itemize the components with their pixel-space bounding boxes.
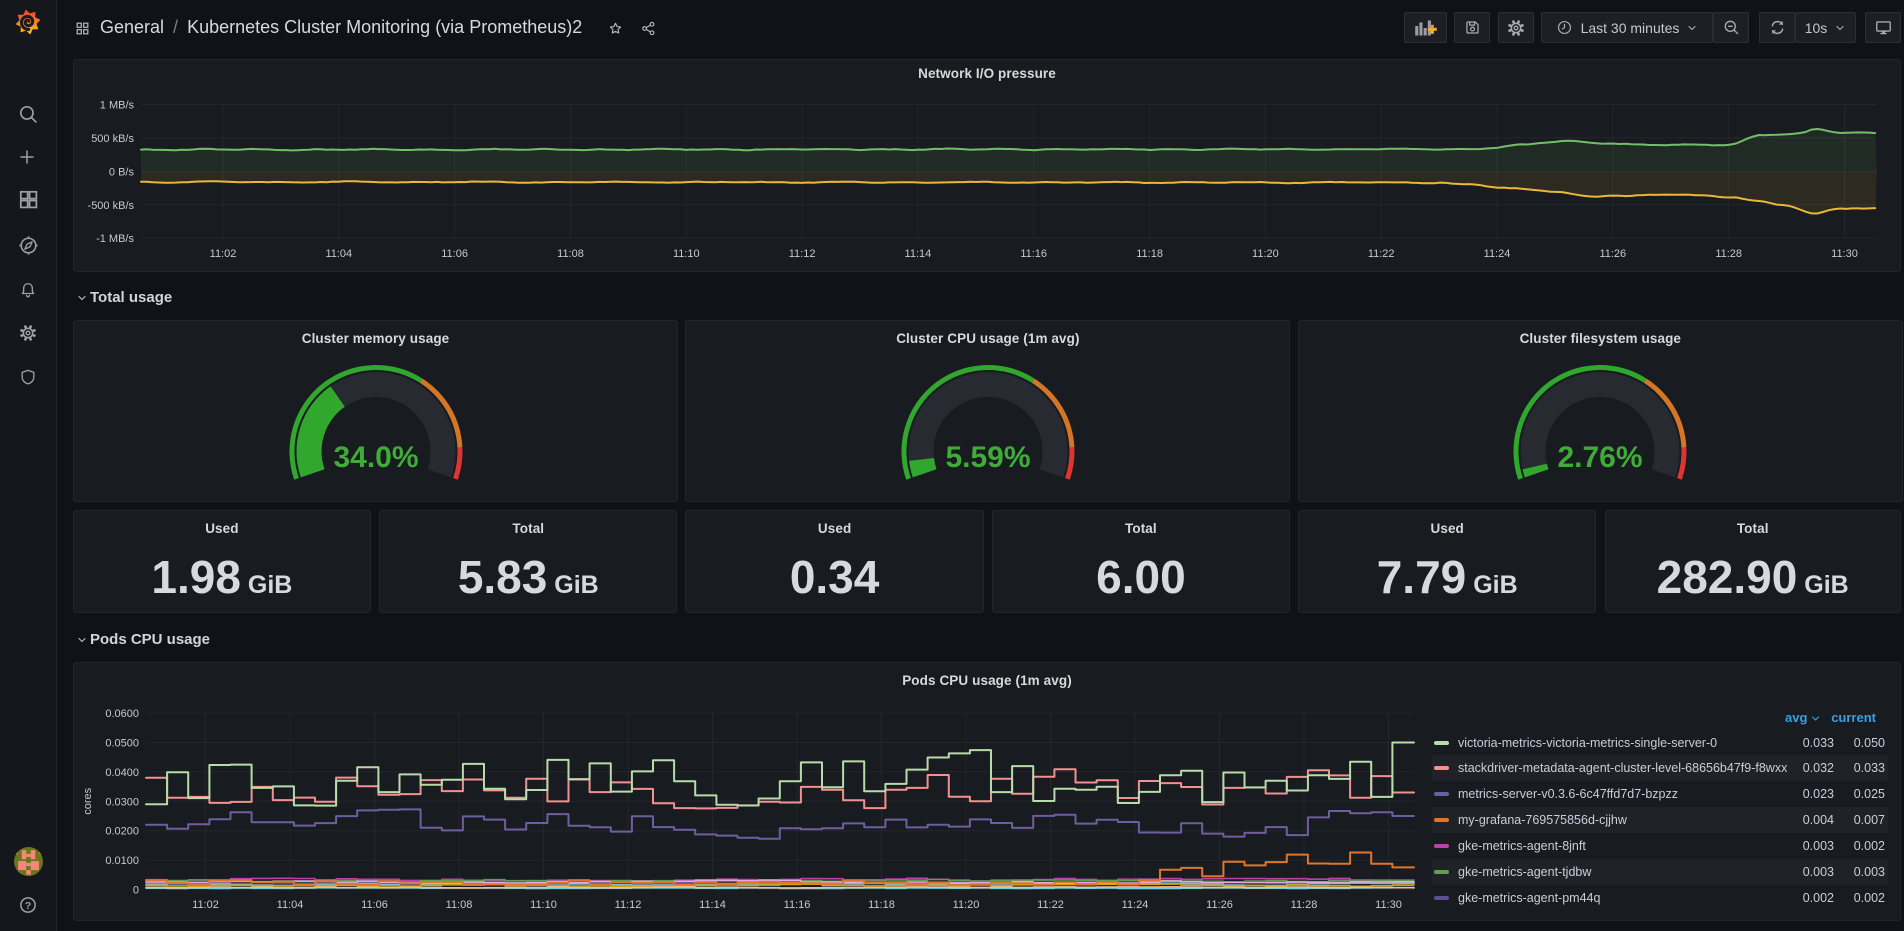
- svg-text:-1 MB/s: -1 MB/s: [96, 233, 134, 245]
- svg-text:0.0100: 0.0100: [105, 855, 139, 867]
- svg-text:0 B/s: 0 B/s: [109, 167, 135, 179]
- svg-text:0.0300: 0.0300: [105, 796, 139, 808]
- svg-text:34.0%: 34.0%: [333, 441, 418, 474]
- svg-text:2.76%: 2.76%: [1558, 441, 1643, 474]
- svg-text:11:28: 11:28: [1291, 899, 1318, 911]
- svg-text:?: ?: [25, 901, 31, 912]
- svg-text:0: 0: [133, 885, 139, 897]
- svg-text:cores: cores: [82, 787, 94, 814]
- svg-text:11:26: 11:26: [1599, 248, 1626, 260]
- svg-text:11:16: 11:16: [1020, 248, 1047, 260]
- svg-text:11:10: 11:10: [530, 899, 557, 911]
- svg-text:11:06: 11:06: [361, 899, 388, 911]
- svg-text:11:18: 11:18: [868, 899, 895, 911]
- svg-text:11:14: 11:14: [905, 248, 932, 260]
- svg-text:11:20: 11:20: [1252, 248, 1279, 260]
- svg-text:0.0400: 0.0400: [105, 767, 139, 779]
- svg-text:11:28: 11:28: [1715, 248, 1742, 260]
- svg-text:11:08: 11:08: [557, 248, 584, 260]
- svg-text:11:26: 11:26: [1206, 899, 1233, 911]
- svg-text:11:16: 11:16: [784, 899, 811, 911]
- svg-text:11:02: 11:02: [192, 899, 219, 911]
- svg-text:11:10: 11:10: [673, 248, 700, 260]
- svg-text:11:22: 11:22: [1368, 248, 1395, 260]
- svg-text:11:24: 11:24: [1484, 248, 1511, 260]
- svg-text:11:04: 11:04: [277, 899, 304, 911]
- svg-text:11:06: 11:06: [441, 248, 468, 260]
- svg-text:11:18: 11:18: [1136, 248, 1163, 260]
- svg-text:11:08: 11:08: [446, 899, 473, 911]
- svg-text:11:12: 11:12: [615, 899, 642, 911]
- svg-text:1 MB/s: 1 MB/s: [100, 100, 135, 112]
- svg-text:5.59%: 5.59%: [945, 441, 1030, 474]
- svg-text:11:02: 11:02: [210, 248, 237, 260]
- svg-text:11:12: 11:12: [789, 248, 816, 260]
- svg-text:11:22: 11:22: [1037, 899, 1064, 911]
- svg-text:0.0200: 0.0200: [105, 826, 139, 838]
- svg-text:11:04: 11:04: [325, 248, 352, 260]
- svg-text:0.0500: 0.0500: [105, 738, 139, 750]
- svg-text:-500 kB/s: -500 kB/s: [88, 200, 135, 212]
- svg-text:11:30: 11:30: [1375, 899, 1402, 911]
- svg-text:11:24: 11:24: [1122, 899, 1149, 911]
- svg-text:500 kB/s: 500 kB/s: [91, 133, 134, 145]
- svg-text:0.0600: 0.0600: [105, 708, 139, 720]
- svg-text:11:14: 11:14: [699, 899, 726, 911]
- svg-text:11:20: 11:20: [953, 899, 980, 911]
- svg-text:11:30: 11:30: [1831, 248, 1858, 260]
